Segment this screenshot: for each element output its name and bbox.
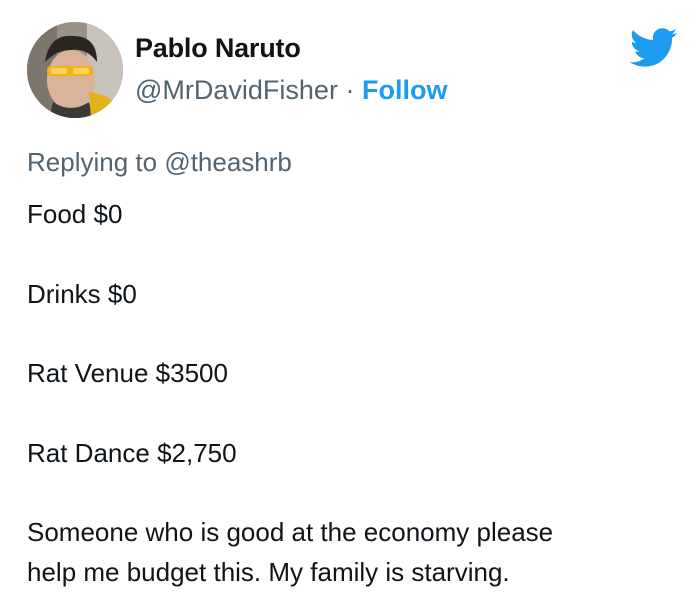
tweet-line-closing-1: Someone who is good at the economy pleas… [27,517,554,547]
replying-mention[interactable]: @theashrb [164,147,292,177]
twitter-bird-icon[interactable] [630,28,678,68]
replying-to: Replying to @theashrb [27,147,292,178]
author-name[interactable]: Pablo Naruto [135,33,301,64]
avatar-image [27,22,123,118]
handle-row: @MrDavidFisher · Follow [135,75,447,106]
replying-prefix: Replying to [27,147,158,177]
tweet-line-drinks: Drinks $0 [27,279,137,309]
separator-dot: · [345,75,355,105]
tweet-line-rat-venue: Rat Venue $3500 [27,358,228,388]
tweet-line-closing-2: help me budget this. My family is starvi… [27,557,510,587]
tweet-card: Pablo Naruto @MrDavidFisher · Follow Rep… [0,0,700,599]
author-handle[interactable]: @MrDavidFisher [135,75,338,105]
avatar[interactable] [27,22,123,118]
follow-button[interactable]: Follow [362,75,447,105]
tweet-line-rat-dance: Rat Dance $2,750 [27,438,237,468]
tweet-line-food: Food $0 [27,199,123,229]
